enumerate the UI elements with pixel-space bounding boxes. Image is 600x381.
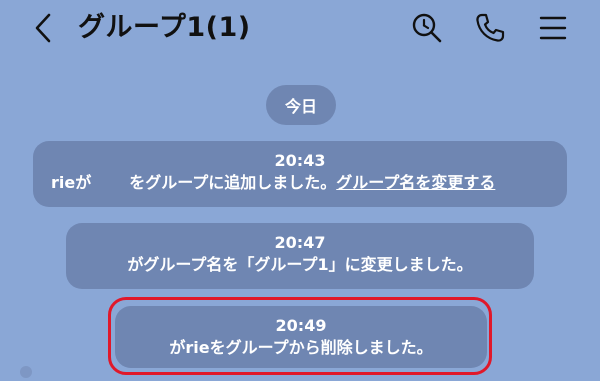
system-message: 20:43 rieが をグループに追加しました。グループ名を変更する	[33, 141, 567, 207]
scroll-indicator	[20, 366, 32, 378]
message-time: 20:43	[274, 151, 326, 170]
message-prefix: rieが	[51, 173, 92, 192]
menu-button[interactable]	[535, 10, 571, 46]
menu-icon	[539, 16, 567, 40]
rename-group-link[interactable]: グループ名を変更する	[336, 173, 495, 192]
chat-header: グループ1(1)	[0, 0, 600, 56]
back-chevron-icon	[35, 13, 51, 43]
message-time: 20:47	[274, 233, 326, 252]
call-button[interactable]	[472, 10, 508, 46]
message-body: をグループに追加しました。	[129, 173, 337, 192]
highlight-outline	[108, 297, 492, 375]
search-button[interactable]	[409, 10, 445, 46]
chat-title: グループ1(1)	[78, 12, 251, 43]
system-message: 20:47 がグループ名を「グループ1」に変更しました。	[66, 223, 534, 289]
back-button[interactable]	[30, 10, 56, 46]
message-text: rieが をグループに追加しました。グループ名を変更する	[33, 172, 567, 194]
search-icon	[412, 13, 442, 43]
message-text: がグループ名を「グループ1」に変更しました。	[127, 255, 473, 274]
date-separator: 今日	[266, 85, 336, 125]
phone-icon	[476, 13, 505, 42]
